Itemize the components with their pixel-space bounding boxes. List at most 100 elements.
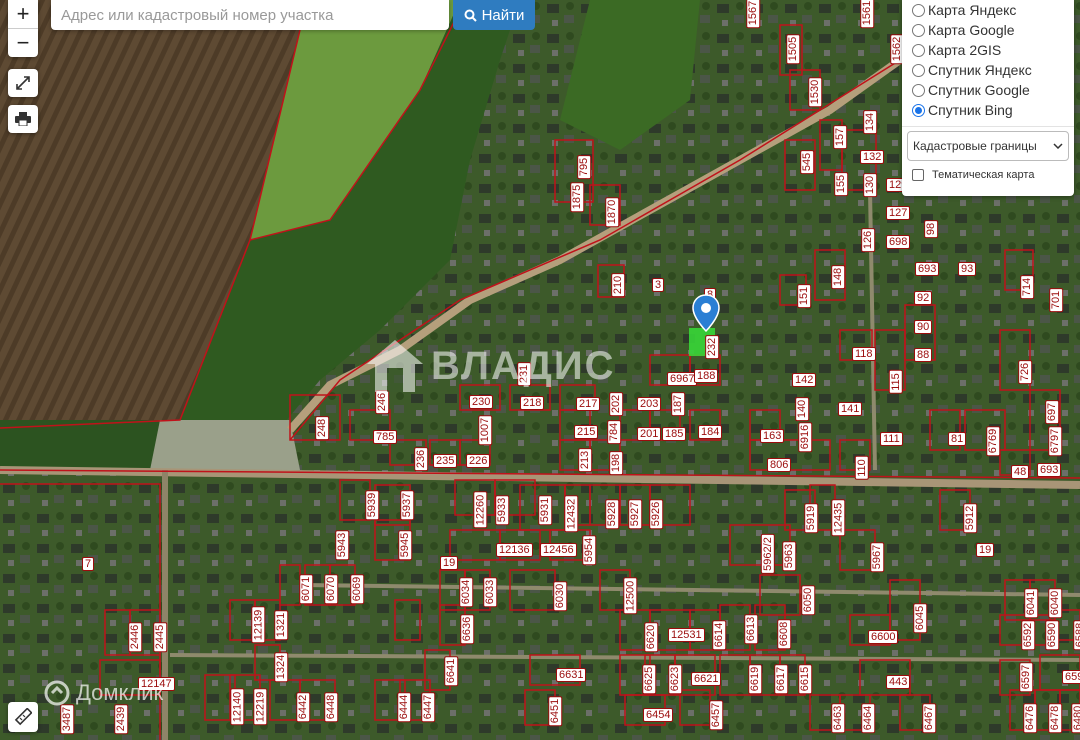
parcel-number-label[interactable]: 6050: [801, 584, 816, 616]
parcel-number-label[interactable]: 5939: [365, 489, 380, 521]
parcel-number-label[interactable]: 701: [1049, 287, 1064, 313]
parcel-number-label[interactable]: 6615: [798, 663, 813, 695]
parcel-number-label[interactable]: 795: [577, 154, 592, 180]
parcel-number-label[interactable]: 157: [833, 124, 848, 150]
parcel-number-label[interactable]: 5963: [782, 540, 797, 572]
parcel-number-label[interactable]: 5945: [398, 529, 413, 561]
parcel-number-label[interactable]: 6613: [744, 613, 759, 645]
parcel-number-label[interactable]: 726: [1018, 359, 1033, 385]
parcel-number-label[interactable]: 6631: [556, 668, 587, 682]
parcel-number-label[interactable]: 6591: [1062, 670, 1080, 684]
parcel-number-label[interactable]: 6623: [668, 663, 683, 695]
parcel-number-label[interactable]: 6071: [299, 573, 314, 605]
parcel-number-label[interactable]: 6448: [324, 691, 339, 723]
parcel-number-label[interactable]: 188: [694, 369, 719, 383]
parcel-number-label[interactable]: 6033: [483, 576, 498, 608]
parcel-number-label[interactable]: 6463: [831, 702, 846, 734]
parcel-number-label[interactable]: 141: [838, 402, 863, 416]
thematic-map-checkbox[interactable]: [912, 169, 924, 181]
parcel-number-label[interactable]: 90: [914, 320, 933, 334]
parcel-number-label[interactable]: 5954: [582, 534, 597, 566]
radio-button[interactable]: [912, 63, 925, 77]
parcel-number-label[interactable]: 6769: [986, 425, 1001, 457]
parcel-number-label[interactable]: 6614: [712, 619, 727, 651]
parcel-number-label[interactable]: 6588: [1073, 619, 1080, 651]
parcel-number-label[interactable]: 226: [466, 454, 491, 468]
parcel-number-label[interactable]: 5943: [335, 529, 350, 561]
parcel-number-label[interactable]: 12432: [564, 495, 579, 533]
parcel-number-label[interactable]: 1007: [478, 414, 493, 446]
parcel-number-label[interactable]: 2446: [128, 621, 143, 653]
basemap-option[interactable]: Спутник Яндекс: [902, 60, 1074, 80]
parcel-number-label[interactable]: 110: [854, 456, 869, 480]
parcel-number-label[interactable]: 2439: [114, 703, 129, 735]
parcel-number-label[interactable]: 98: [924, 219, 939, 239]
parcel-number-label[interactable]: 12219: [253, 688, 268, 726]
parcel-number-label[interactable]: 118: [852, 347, 876, 361]
parcel-number-label[interactable]: 6608: [777, 618, 792, 650]
zoom-in-button[interactable]: +: [8, 0, 38, 28]
parcel-number-label[interactable]: 111: [880, 432, 903, 446]
parcel-number-label[interactable]: 92: [914, 291, 933, 305]
parcel-number-label[interactable]: 126: [861, 227, 876, 253]
radio-button[interactable]: [912, 23, 925, 37]
parcel-number-label[interactable]: 6442: [296, 691, 311, 723]
parcel-number-label[interactable]: 3: [652, 278, 665, 292]
parcel-number-label[interactable]: 210: [611, 272, 626, 298]
radio-button[interactable]: [912, 3, 925, 17]
parcel-number-label[interactable]: 545: [800, 149, 815, 175]
parcel-number-label[interactable]: 443: [886, 675, 911, 689]
parcel-number-label[interactable]: 6641: [444, 655, 459, 687]
parcel-number-label[interactable]: 5933: [495, 494, 510, 526]
parcel-number-label[interactable]: 1567: [746, 0, 761, 29]
parcel-number-label[interactable]: 6030: [553, 580, 568, 612]
parcel-number-label[interactable]: 6600: [868, 630, 899, 644]
parcel-number-label[interactable]: 93: [958, 262, 977, 276]
parcel-number-label[interactable]: 187: [671, 391, 686, 417]
parcel-number-label[interactable]: 12456: [540, 543, 577, 557]
parcel-number-label[interactable]: 6797: [1048, 425, 1063, 457]
parcel-number-label[interactable]: 19: [976, 543, 995, 557]
parcel-number-label[interactable]: 232: [705, 334, 720, 360]
parcel-number-label[interactable]: 142: [792, 373, 817, 387]
basemap-option[interactable]: Спутник Google: [902, 80, 1074, 100]
parcel-number-label[interactable]: 201: [637, 427, 662, 441]
parcel-number-label[interactable]: 19: [440, 556, 459, 570]
parcel-number-label[interactable]: 163: [760, 429, 785, 443]
parcel-number-label[interactable]: 81: [948, 432, 967, 446]
parcel-number-label[interactable]: 148: [831, 264, 846, 290]
parcel-number-label[interactable]: 217: [576, 397, 601, 411]
basemap-option[interactable]: Карта 2GIS: [902, 40, 1074, 60]
parcel-number-label[interactable]: 6447: [421, 691, 436, 723]
parcel-number-label[interactable]: 6464: [861, 702, 876, 734]
parcel-number-label[interactable]: 5967: [870, 541, 885, 573]
parcel-number-label[interactable]: 12500: [623, 577, 638, 615]
parcel-number-label[interactable]: 6041: [1024, 587, 1039, 619]
parcel-number-label[interactable]: 115: [888, 370, 903, 394]
radio-button[interactable]: [912, 43, 925, 57]
parcel-number-label[interactable]: 6480: [1071, 702, 1080, 734]
parcel-number-label[interactable]: 697: [1045, 399, 1060, 425]
parcel-number-label[interactable]: 693: [915, 262, 940, 276]
parcel-number-label[interactable]: 12435: [831, 499, 846, 537]
parcel-number-label[interactable]: 6045: [913, 602, 928, 634]
parcel-number-label[interactable]: 6592: [1021, 619, 1036, 651]
parcel-number-label[interactable]: 6617: [774, 663, 789, 695]
parcel-number-label[interactable]: 134: [863, 109, 878, 135]
parcel-number-label[interactable]: 5937: [400, 489, 415, 521]
parcel-number-label[interactable]: 140: [795, 396, 810, 422]
parcel-number-label[interactable]: 5926: [649, 498, 664, 530]
parcel-number-label[interactable]: 2445: [153, 621, 168, 653]
parcel-number-label[interactable]: 5928: [605, 498, 620, 530]
search-input[interactable]: [59, 5, 443, 25]
parcel-number-label[interactable]: 12136: [496, 543, 533, 557]
parcel-number-label[interactable]: 6069: [350, 573, 365, 605]
parcel-number-label[interactable]: 698: [886, 235, 911, 249]
parcel-number-label[interactable]: 88: [914, 348, 933, 362]
parcel-number-label[interactable]: 12140: [230, 688, 245, 726]
parcel-number-label[interactable]: 6967: [667, 372, 698, 386]
parcel-number-label[interactable]: 1505: [786, 33, 801, 65]
overlay-select[interactable]: Кадастровые границы: [907, 131, 1069, 161]
parcel-number-label[interactable]: 184: [698, 425, 723, 439]
fullscreen-button[interactable]: [8, 69, 38, 97]
